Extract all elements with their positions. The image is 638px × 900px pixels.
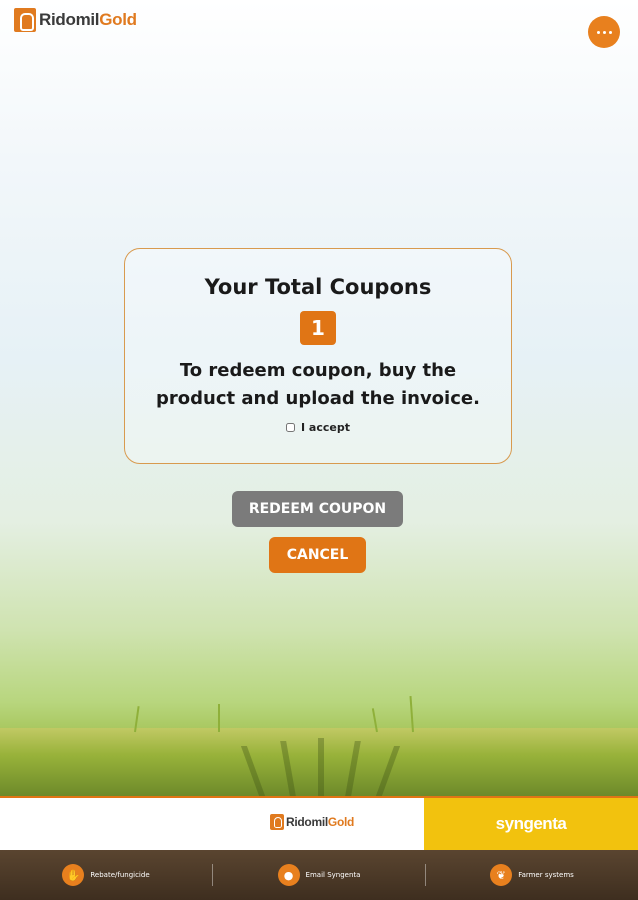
ridomil-logo-icon	[14, 8, 36, 32]
redeem-instructions: To redeem coupon, buy the product and up…	[156, 360, 480, 409]
accept-terms-row[interactable]: I accept	[125, 421, 511, 434]
hand-icon: ✋	[62, 864, 85, 886]
brand-bar: RidomilGold syngenta	[0, 796, 638, 850]
syngenta-logo: syngenta	[424, 798, 638, 850]
redeem-coupon-button[interactable]: REDEEM COUPON	[232, 491, 403, 527]
footer-logo: RidomilGold	[270, 814, 354, 830]
ridomil-logo-icon	[270, 814, 284, 830]
coupon-card: Your Total Coupons 1 To redeem coupon, b…	[124, 248, 512, 464]
card-title: Your Total Coupons	[204, 275, 432, 299]
nav-item-rebate[interactable]: ✋ Rebate/fungicide	[0, 864, 212, 886]
more-menu-button[interactable]	[588, 16, 620, 48]
bottom-nav: ✋ Rebate/fungicide ● Email Syngenta ❦ Fa…	[0, 850, 638, 900]
app-logo: RidomilGold	[14, 8, 137, 32]
coin-icon: ●	[277, 864, 300, 886]
nav-item-email[interactable]: ● Email Syngenta	[213, 864, 425, 886]
nav-item-farmer-systems[interactable]: ❦ Farmer systems	[426, 864, 638, 886]
cancel-button[interactable]: CANCEL	[269, 537, 366, 573]
more-dots-icon	[596, 30, 600, 34]
field-background-image	[0, 728, 638, 796]
logo-text: RidomilGold	[39, 10, 137, 29]
coupon-count-badge: 1	[300, 311, 336, 345]
accept-checkbox[interactable]	[286, 423, 295, 432]
leaf-icon: ❦	[490, 864, 513, 886]
accept-label: I accept	[301, 421, 350, 434]
